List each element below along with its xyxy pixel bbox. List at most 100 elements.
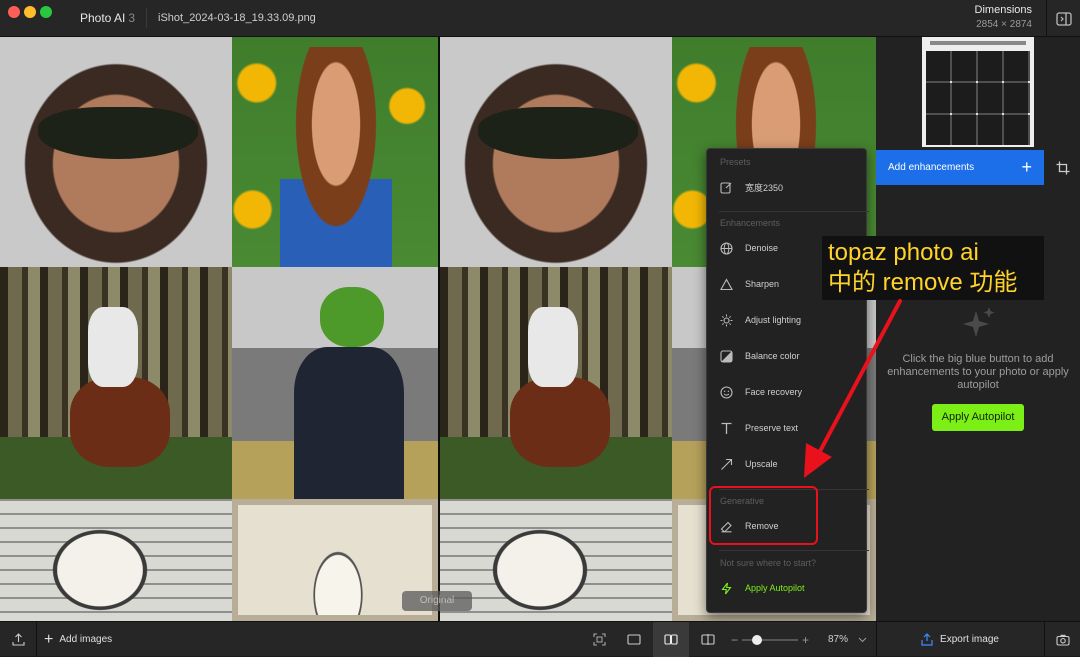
color-balance-icon xyxy=(719,349,733,363)
cat-sketch-tile xyxy=(0,499,232,621)
export-image-label: Export image xyxy=(940,634,999,645)
preset-label: 宽度2350 xyxy=(745,182,784,193)
preset-item[interactable]: 宽度2350 xyxy=(707,173,868,201)
astronaut-horse-tile xyxy=(440,267,672,499)
crop-icon xyxy=(1056,161,1070,174)
zoom-level[interactable]: 87% xyxy=(828,634,848,645)
add-enhancements-button[interactable]: Add enhancements + xyxy=(876,150,1044,185)
upscale-label: Upscale xyxy=(745,459,778,469)
not-sure-header: Not sure where to start? xyxy=(720,558,817,568)
navigator-thumbnail[interactable] xyxy=(922,37,1034,147)
minimize-window-button[interactable] xyxy=(24,6,36,18)
menu-apply-autopilot-item[interactable]: Apply Autopilot xyxy=(707,574,868,602)
upscale-arrow-icon xyxy=(719,457,733,471)
triangle-icon xyxy=(719,277,733,291)
menu-apply-autopilot-label: Apply Autopilot xyxy=(745,583,805,593)
title-bar: Photo AI 3 iShot_2024-03-18_19.33.09.png … xyxy=(0,0,1080,37)
presets-header: Presets xyxy=(720,157,751,167)
original-image xyxy=(0,37,438,621)
annotation-line-2: 中的 remove 功能 xyxy=(828,269,1018,296)
add-images-plus-icon: + xyxy=(44,630,54,648)
focus-view-button[interactable] xyxy=(585,622,613,657)
frog-head-shape xyxy=(320,287,384,347)
app-version: 3 xyxy=(128,11,136,25)
add-enhancements-label: Add enhancements xyxy=(888,162,975,173)
annotation-highlight-box xyxy=(709,486,818,545)
zoom-slider-thumb[interactable] xyxy=(752,634,762,645)
quick-export-button[interactable] xyxy=(1045,622,1080,657)
woman-sunflowers-tile xyxy=(232,37,438,267)
split-view-button[interactable] xyxy=(694,622,722,657)
sunglasses-shape xyxy=(38,107,198,159)
title-divider xyxy=(146,8,147,28)
file-name: iShot_2024-03-18_19.33.09.png xyxy=(158,12,316,24)
cat-sketch-tile xyxy=(440,499,672,621)
face-icon xyxy=(719,385,733,399)
text-icon xyxy=(719,421,733,435)
app-title: Photo AI 3 xyxy=(80,11,135,25)
thumbnail-header-bar xyxy=(930,41,1026,45)
astronaut-shape xyxy=(528,307,578,387)
astronaut-shape xyxy=(88,307,138,387)
menu-divider xyxy=(719,211,869,212)
export-icon xyxy=(921,633,933,646)
frog-suit-tile xyxy=(232,267,438,499)
dimensions-readout: Dimensions 2854 × 2874 xyxy=(975,4,1032,30)
split-view-icon xyxy=(701,634,715,645)
upload-icon xyxy=(11,633,25,646)
annotation-callout: topaz photo ai 中的 remove 功能 xyxy=(822,236,1044,300)
heron-shape xyxy=(298,525,378,615)
globe-icon xyxy=(719,241,733,255)
add-images-button[interactable]: + Add images xyxy=(44,622,124,657)
single-view-icon xyxy=(627,634,641,645)
app-name: Photo AI xyxy=(80,11,126,25)
share-button[interactable] xyxy=(0,622,36,657)
side-by-side-icon xyxy=(664,634,678,645)
thumbnail-grid xyxy=(926,51,1030,145)
menu-divider xyxy=(719,550,869,551)
add-images-label: Add images xyxy=(59,634,113,645)
woman-sunglasses-tile xyxy=(440,37,672,267)
sharpen-label: Sharpen xyxy=(745,279,780,289)
camera-settings-icon xyxy=(1055,634,1070,646)
zoom-dropdown[interactable] xyxy=(853,622,871,657)
cat-shape xyxy=(40,519,160,621)
woman-figure xyxy=(280,47,392,267)
cat-shape xyxy=(480,519,600,621)
close-window-button[interactable] xyxy=(8,6,20,18)
zoom-in-icon: + xyxy=(802,632,810,647)
horse-shape xyxy=(70,377,170,467)
enhancements-header: Enhancements xyxy=(720,218,781,228)
apply-autopilot-button[interactable]: Apply Autopilot xyxy=(932,404,1024,431)
annotation-arrow xyxy=(804,299,902,478)
single-view-button[interactable] xyxy=(619,622,649,657)
focus-frame-icon xyxy=(592,633,606,646)
dimensions-value: 2854 × 2874 xyxy=(976,19,1032,30)
toggle-sidebar-button[interactable] xyxy=(1046,0,1080,37)
annotation-line-1: topaz photo ai xyxy=(828,239,979,266)
side-by-side-view-button[interactable] xyxy=(653,622,689,657)
chevron-down-icon xyxy=(858,637,866,642)
original-label: Original xyxy=(402,591,472,611)
zoom-slider-track xyxy=(742,634,798,645)
toolbar-divider xyxy=(36,622,37,657)
sun-icon xyxy=(719,313,733,327)
sparkle-icon xyxy=(963,307,995,337)
zoom-slider[interactable]: − + xyxy=(727,622,813,657)
suit-shape xyxy=(294,347,404,499)
horse-shape xyxy=(510,377,610,467)
sunglasses-shape xyxy=(478,107,638,159)
sidebar-panel-icon xyxy=(1055,11,1072,26)
bottom-toolbar: + Add images − + 87% Export image xyxy=(0,621,1080,657)
astronaut-horse-tile xyxy=(0,267,232,499)
zoom-window-button[interactable] xyxy=(40,6,52,18)
plus-icon: + xyxy=(1021,157,1032,177)
zoom-out-icon: − xyxy=(730,632,738,647)
hint-text: Click the big blue button to add enhance… xyxy=(887,353,1069,391)
export-image-button[interactable]: Export image xyxy=(876,622,1044,657)
crop-button[interactable] xyxy=(1046,150,1080,185)
dimensions-label: Dimensions xyxy=(974,4,1032,16)
denoise-label: Denoise xyxy=(745,243,779,253)
woman-sunglasses-tile xyxy=(0,37,232,267)
preset-edit-icon xyxy=(719,180,733,194)
